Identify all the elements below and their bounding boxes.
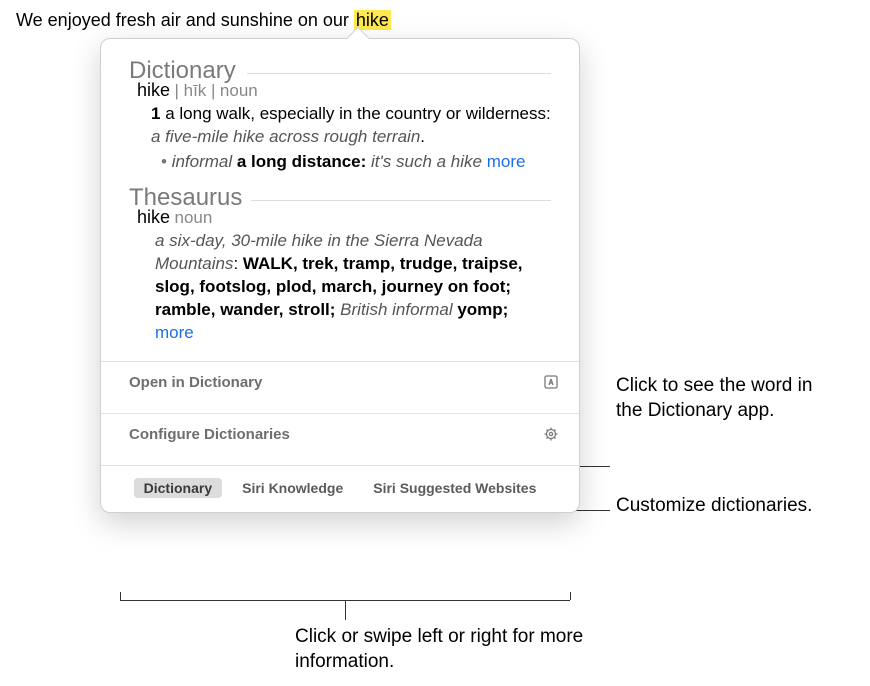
thesaurus-headword: hike — [137, 207, 170, 227]
callout-configure: Customize dictionaries. — [616, 494, 826, 519]
popover-panel: Dictionary hike | hīk | noun 1 a long wa… — [100, 38, 580, 513]
definition-example: a five-mile hike across rough terrain — [151, 127, 420, 146]
sub-definition-text: a long distance: — [232, 152, 371, 171]
definition-block: 1 a long walk, especially in the country… — [151, 103, 551, 174]
register-label: informal — [172, 152, 232, 171]
dictionary-entry: hike | hīk | noun 1 a long walk, especia… — [137, 80, 551, 174]
highlighted-word[interactable]: hike — [354, 10, 391, 30]
definition-text: a long walk, especially in the country o… — [165, 104, 551, 123]
period: . — [420, 127, 425, 146]
sub-definition: • informal a long distance: it's such a … — [161, 151, 551, 174]
pronunciation: | hīk | — [174, 81, 215, 100]
synonym-register: British informal — [340, 300, 452, 319]
sense-number: 1 — [151, 104, 160, 123]
tab-siri-suggested-websites[interactable]: Siri Suggested Websites — [363, 478, 546, 498]
part-of-speech: noun — [220, 81, 258, 100]
open-in-dictionary-row[interactable]: Open in Dictionary — [101, 362, 579, 403]
more-link[interactable]: more — [487, 152, 526, 171]
thesaurus-more-link[interactable]: more — [155, 323, 194, 342]
configure-dictionaries-label: Configure Dictionaries — [129, 426, 290, 443]
divider — [247, 73, 551, 74]
configure-dictionaries-row[interactable]: Configure Dictionaries — [101, 414, 579, 455]
sentence-before: We enjoyed fresh air and sunshine on our — [16, 10, 354, 30]
source-sentence: We enjoyed fresh air and sunshine on our… — [16, 10, 391, 31]
synonym-first: WALK — [243, 254, 293, 273]
leader-line — [345, 600, 346, 620]
dictionary-headword: hike — [137, 80, 170, 100]
dictionary-app-icon — [543, 374, 559, 390]
tab-siri-knowledge[interactable]: Siri Knowledge — [232, 478, 353, 498]
callout-swipe: Click or swipe left or right for more in… — [295, 625, 615, 674]
lookup-popover: Dictionary hike | hīk | noun 1 a long wa… — [100, 38, 580, 513]
bracket-end — [570, 592, 571, 600]
source-tabs: Dictionary Siri Knowledge Siri Suggested… — [101, 466, 579, 512]
open-in-dictionary-label: Open in Dictionary — [129, 374, 262, 391]
synonym-block: a six-day, 30-mile hike in the Sierra Ne… — [155, 230, 551, 345]
bullet-icon: • — [161, 152, 172, 171]
callout-open: Click to see the word in the Dictionary … — [616, 374, 826, 423]
colon: : — [233, 254, 242, 273]
synonym-last: yomp; — [453, 300, 509, 319]
gear-icon — [543, 426, 559, 442]
divider — [251, 200, 551, 201]
thesaurus-pos: noun — [174, 208, 212, 227]
thesaurus-entry: hike noun a six-day, 30-mile hike in the… — [137, 207, 551, 345]
sub-definition-example: it's such a hike — [371, 152, 487, 171]
bracket-end — [120, 592, 121, 600]
tab-dictionary[interactable]: Dictionary — [134, 478, 222, 498]
